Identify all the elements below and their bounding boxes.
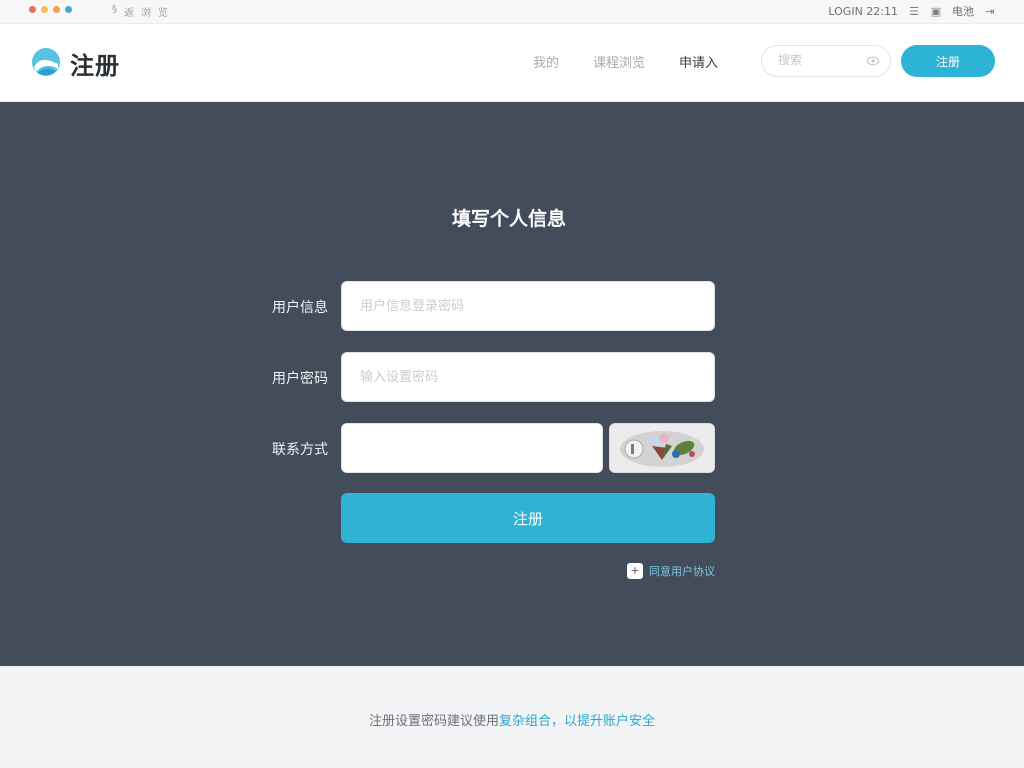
registration-panel: 填写个人信息 用户信息 用户密码 联系方式 注册 + 同意用户协议: [0, 102, 1024, 666]
menu-icon[interactable]: ☰: [908, 6, 920, 17]
search-input[interactable]: [778, 53, 864, 67]
security-tip-highlight: 复杂组合，以提升账户安全: [499, 714, 656, 729]
browser-tab-strip: § 返 浏 览: [112, 4, 168, 19]
page-footer: 注册设置密码建议使用复杂组合，以提升账户安全: [0, 666, 1024, 768]
maximize-dot[interactable]: [53, 6, 60, 13]
status-text: LOGIN 22:11: [828, 4, 898, 18]
password-input[interactable]: [342, 353, 714, 401]
captcha-image[interactable]: [609, 423, 715, 473]
user-info-field-wrap: [341, 281, 715, 331]
header-register-button[interactable]: 注册: [901, 45, 995, 77]
window-controls: [29, 6, 72, 13]
agreement-link[interactable]: 同意用户协议: [649, 563, 715, 579]
extra-dot[interactable]: [65, 6, 72, 13]
security-tip-text: 注册设置密码建议使用: [368, 714, 499, 729]
search-box: [761, 45, 891, 77]
exit-arrow-icon[interactable]: ⇥: [984, 6, 996, 17]
submit-register-button[interactable]: 注册: [341, 493, 715, 543]
top-nav: 我的 课程浏览 申请入: [533, 52, 718, 71]
brand-title[interactable]: 注册: [70, 46, 120, 81]
nav-link-courses[interactable]: 课程浏览: [593, 52, 645, 71]
browser-tab[interactable]: §: [112, 4, 117, 19]
battery-text: 电池: [952, 5, 974, 18]
browser-chrome: § 返 浏 览 LOGIN 22:11 ☰ ▣ 电池 ⇥: [0, 0, 1024, 24]
browser-tab[interactable]: 览: [158, 4, 168, 19]
captcha-graphic-icon: [620, 431, 704, 467]
checkbox-icon[interactable]: +: [627, 563, 643, 579]
site-header: 注册 我的 课程浏览 申请入 注册: [0, 24, 1024, 102]
field-label-user-info: 用户信息: [272, 300, 328, 316]
agreement-row: + 同意用户协议: [627, 563, 715, 579]
eye-icon[interactable]: [867, 56, 879, 66]
password-field-wrap: [341, 352, 715, 402]
field-label-contact: 联系方式: [272, 442, 328, 458]
nav-link-apply[interactable]: 申请入: [679, 52, 718, 71]
browser-tab[interactable]: 返: [124, 4, 134, 19]
security-tip: 注册设置密码建议使用复杂组合，以提升账户安全: [0, 710, 1024, 729]
field-label-password: 用户密码: [272, 371, 328, 387]
close-dot[interactable]: [29, 6, 36, 13]
wave-logo-icon[interactable]: [32, 48, 60, 76]
browser-tab[interactable]: 浏: [141, 4, 151, 19]
contact-input[interactable]: [342, 424, 602, 472]
tab-icon[interactable]: ▣: [930, 6, 942, 17]
nav-link-mine[interactable]: 我的: [533, 52, 559, 71]
browser-status: LOGIN 22:11 ☰ ▣ 电池 ⇥: [828, 3, 996, 19]
minimize-dot[interactable]: [41, 6, 48, 13]
form-title: 填写个人信息: [451, 208, 566, 230]
user-info-input[interactable]: [342, 282, 714, 330]
contact-field-wrap: [341, 423, 603, 473]
